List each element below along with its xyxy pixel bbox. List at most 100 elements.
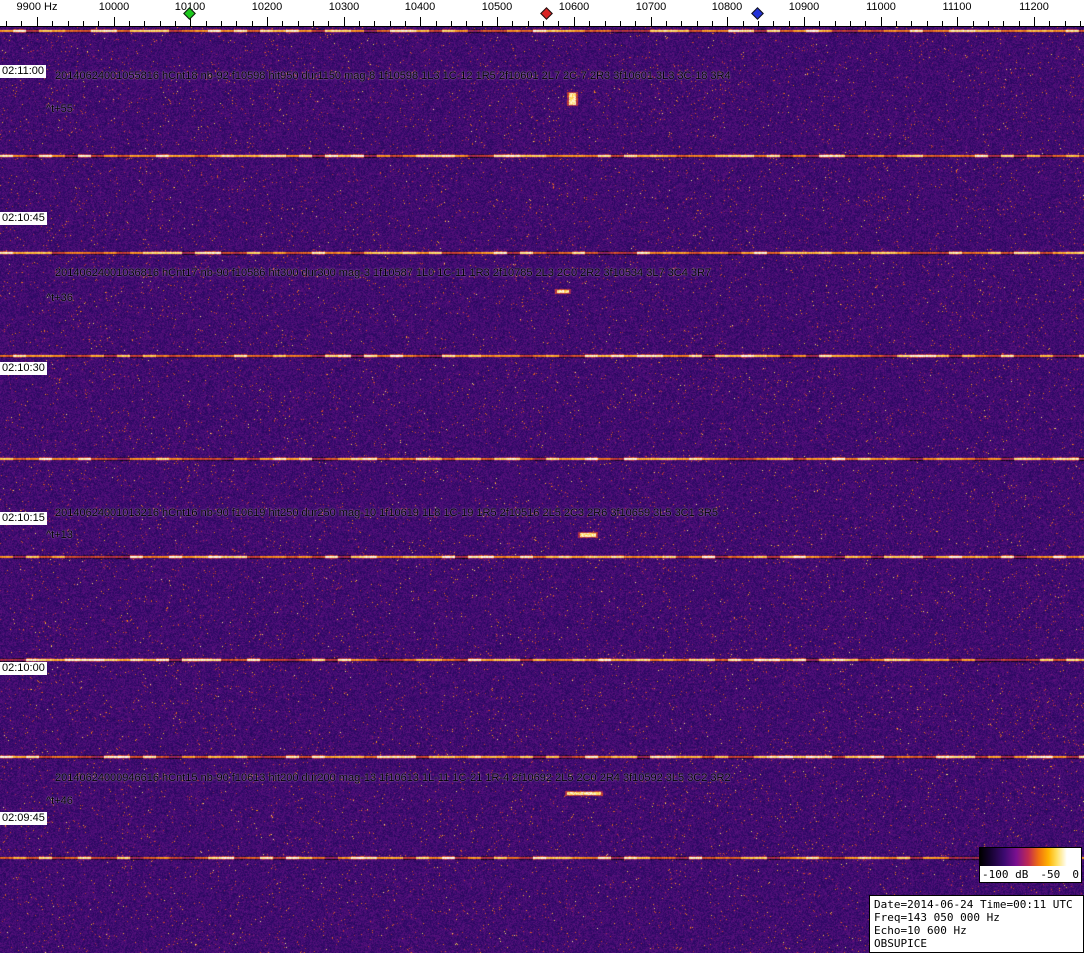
freq-tick-mark: [160, 21, 161, 26]
time-label: 02:09:45: [0, 812, 47, 825]
freq-tick-mark: [129, 21, 130, 26]
freq-tick-mark: [221, 21, 222, 26]
freq-tick-mark: [21, 21, 22, 26]
time-label: 02:10:15: [0, 512, 47, 525]
freq-tick-label: 10000: [98, 1, 130, 13]
info-line-freq: Freq=143 050 000 Hz: [874, 911, 1000, 924]
freq-tick-label: 10900: [788, 1, 820, 13]
freq-tick-mark: [1080, 21, 1081, 26]
freq-tick-mark: [528, 21, 529, 26]
freq-tick-mark: [52, 21, 53, 26]
freq-tick-label: 10300: [328, 1, 360, 13]
freq-tick-label: 11200: [1019, 1, 1049, 13]
colorbar-label-min: -100 dB: [982, 867, 1029, 881]
freq-tick-mark: [282, 21, 283, 26]
detection-text: 20140624001036816 hCnt17 nb-90 f10586 hi…: [55, 267, 712, 279]
freq-tick-label: 11100: [942, 1, 972, 13]
time-label: 02:10:00: [0, 662, 47, 675]
freq-tick-mark: [451, 21, 452, 26]
freq-tick-label: 10600: [558, 1, 590, 13]
colorbar-gradient: [980, 848, 1081, 866]
colorbar-label-max: 0: [1072, 867, 1079, 881]
freq-tick-mark: [543, 21, 544, 26]
freq-tick-mark: [620, 21, 621, 26]
freq-tick-mark: [83, 21, 84, 26]
freq-tick-mark: [773, 21, 774, 26]
freq-tick-mark: [681, 21, 682, 26]
freq-tick-label: 10500: [481, 1, 513, 13]
freq-tick-mark: [712, 21, 713, 26]
info-line-echo: Echo=10 600 Hz: [874, 924, 967, 937]
freq-tick-mark: [512, 21, 513, 26]
freq-tick-mark: [313, 21, 314, 26]
freq-tick-label: 10200: [251, 1, 283, 13]
freq-tick-label: 11000: [866, 1, 896, 13]
freq-tick-mark: [328, 21, 329, 26]
freq-tick-mark: [252, 21, 253, 26]
freq-tick-mark: [6, 21, 7, 26]
freq-tick-mark: [206, 21, 207, 26]
spectrogram-waterfall-canvas: [0, 27, 1084, 953]
freq-tick-mark: [789, 21, 790, 26]
freq-tick-mark: [804, 17, 805, 26]
freq-tick-mark: [865, 21, 866, 26]
freq-marker-blue-icon[interactable]: [751, 7, 764, 20]
freq-tick-mark: [850, 21, 851, 26]
freq-tick-mark: [374, 21, 375, 26]
info-line-date: Date=2014-06-24 Time=00:11 UTC: [874, 898, 1073, 911]
freq-tick-mark: [758, 21, 759, 26]
freq-tick-mark: [574, 17, 575, 26]
time-label: 02:10:45: [0, 212, 47, 225]
freq-tick-mark: [466, 21, 467, 26]
frequency-ruler: 9900 Hz100001010010200103001040010500106…: [0, 0, 1084, 27]
freq-tick-mark: [988, 21, 989, 26]
detection-text: 20140624001013216 hCnt16 nb-90 f10619 hi…: [55, 507, 718, 519]
freq-tick-mark: [37, 17, 38, 26]
freq-tick-mark: [405, 21, 406, 26]
freq-tick-label: 10800: [711, 1, 743, 13]
freq-tick-mark: [1019, 21, 1020, 26]
colorbar-label-mid: -50: [1040, 867, 1061, 881]
freq-tick-mark: [589, 21, 590, 26]
freq-tick-mark: [1065, 21, 1066, 26]
freq-tick-mark: [114, 17, 115, 26]
detection-time-offset: ^t+13: [46, 529, 73, 541]
freq-tick-mark: [911, 21, 912, 26]
freq-tick-mark: [359, 21, 360, 26]
freq-tick-label: 9900 Hz: [16, 1, 58, 13]
freq-tick-mark: [743, 21, 744, 26]
freq-tick-mark: [835, 21, 836, 26]
info-line-station: OBSUPICE: [874, 937, 927, 950]
freq-tick-label: 10700: [635, 1, 667, 13]
freq-tick-mark: [236, 21, 237, 26]
freq-tick-mark: [144, 21, 145, 26]
freq-tick-mark: [605, 21, 606, 26]
freq-tick-mark: [68, 21, 69, 26]
freq-marker-red-icon[interactable]: [540, 7, 553, 20]
detection-time-offset: ^t+46: [46, 795, 73, 807]
freq-tick-label: 10400: [404, 1, 436, 13]
detection-time-offset: ^t+36: [46, 292, 73, 304]
freq-tick-mark: [1049, 21, 1050, 26]
freq-tick-mark: [819, 21, 820, 26]
freq-tick-mark: [98, 21, 99, 26]
freq-tick-mark: [666, 21, 667, 26]
observation-info-box: Date=2014-06-24 Time=00:11 UTC Freq=143 …: [869, 895, 1084, 953]
freq-tick-mark: [497, 17, 498, 26]
freq-tick-mark: [482, 21, 483, 26]
freq-tick-mark: [651, 17, 652, 26]
freq-tick-mark: [390, 21, 391, 26]
freq-tick-mark: [1034, 17, 1035, 26]
freq-tick-mark: [727, 17, 728, 26]
freq-tick-mark: [420, 17, 421, 26]
freq-tick-mark: [267, 17, 268, 26]
time-label: 02:10:30: [0, 362, 47, 375]
freq-tick-mark: [697, 21, 698, 26]
freq-tick-mark: [942, 21, 943, 26]
freq-tick-mark: [344, 17, 345, 26]
freq-tick-mark: [436, 21, 437, 26]
time-label: 02:11:00: [0, 65, 47, 78]
freq-tick-mark: [973, 21, 974, 26]
detection-text: 20140624000946616 hCnt15 nb-90 f10613 hi…: [55, 772, 731, 784]
detection-time-offset: ^t+55: [46, 103, 73, 115]
